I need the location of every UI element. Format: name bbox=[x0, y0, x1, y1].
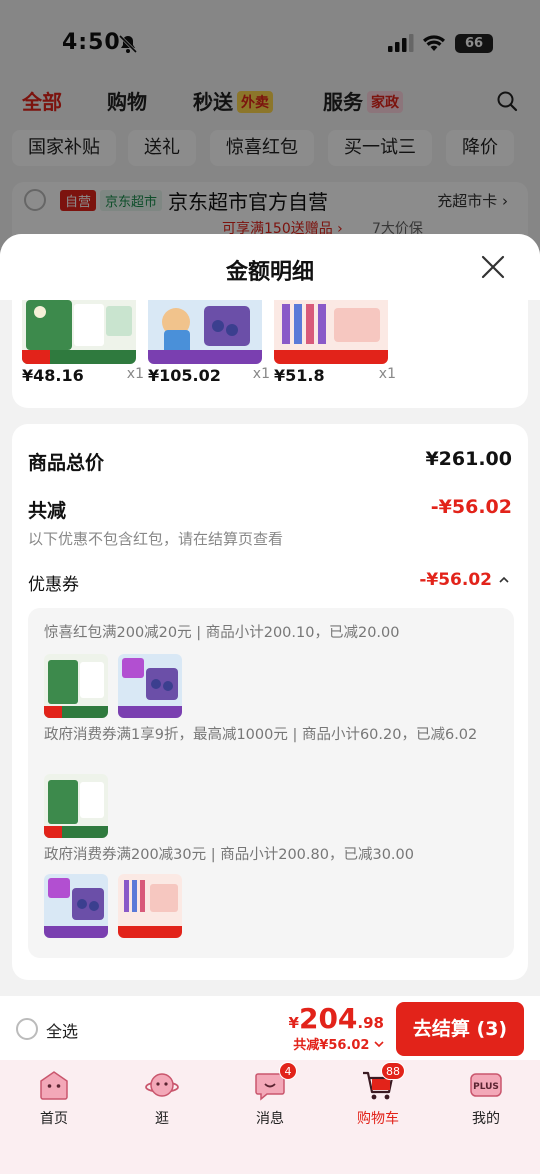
message-icon: 4 bbox=[253, 1062, 297, 1102]
cart-icon: 88 bbox=[361, 1062, 405, 1102]
tab-cart[interactable]: 88 购物车 bbox=[338, 1062, 418, 1128]
coupon-description: 惊喜红包满200减20元 | 商品小计200.10，已减20.00 bbox=[44, 625, 400, 641]
select-all-label[interactable]: 全选 bbox=[46, 1018, 78, 1042]
total-price-value: ¥261.00 bbox=[425, 448, 512, 470]
total-discount-label: 共减 bbox=[28, 500, 67, 522]
product-qty: x1 bbox=[252, 366, 270, 382]
product-thumbnail bbox=[148, 300, 262, 364]
amount-detail-sheet: 金额明细 ¥48.16 x1 ¥105.02 x1 ¥51.8 x1 商品总价 … bbox=[0, 234, 540, 1000]
sheet-header: 金额明细 bbox=[0, 234, 540, 300]
product-qty: x1 bbox=[378, 366, 396, 382]
product-item[interactable]: ¥105.02 x1 bbox=[148, 300, 270, 400]
price-currency: ¥ bbox=[288, 1014, 299, 1032]
tab-label: 购物车 bbox=[357, 1111, 399, 1127]
checkout-button[interactable]: 去结算 (3) bbox=[396, 1002, 524, 1056]
select-all-checkbox[interactable] bbox=[16, 1018, 38, 1040]
coupon-product-thumbnail bbox=[44, 874, 108, 938]
discount-note: 以下优惠不包含红包，请在结算页查看 bbox=[28, 530, 284, 548]
tab-label: 逛 bbox=[155, 1111, 169, 1127]
price-decimal: .98 bbox=[357, 1014, 384, 1032]
coupon-label[interactable]: 优惠券 bbox=[28, 570, 79, 595]
product-price: ¥48.16 bbox=[22, 366, 84, 385]
tab-label: 消息 bbox=[256, 1111, 284, 1127]
product-thumbnail bbox=[274, 300, 388, 364]
chevron-down-icon bbox=[374, 1041, 384, 1048]
tab-label: 首页 bbox=[40, 1111, 68, 1127]
total-discount-value: -¥56.02 bbox=[430, 496, 512, 518]
coupon-value[interactable]: -¥56.02 bbox=[419, 570, 492, 590]
checkout-saved-text: 共减¥56.02 bbox=[293, 1038, 370, 1053]
tab-messages[interactable]: 4 消息 bbox=[230, 1062, 310, 1128]
svg-text:PLUS: PLUS bbox=[473, 1082, 499, 1092]
product-thumbnail bbox=[22, 300, 136, 364]
total-price-label: 商品总价 bbox=[28, 452, 105, 474]
items-card: ¥48.16 x1 ¥105.02 x1 ¥51.8 x1 bbox=[12, 300, 528, 408]
product-item[interactable]: ¥48.16 x1 bbox=[22, 300, 144, 400]
coupon-product-thumbnail bbox=[118, 654, 182, 718]
checkout-bar: 全选 ¥204.98 共减¥56.02 去结算 (3) bbox=[0, 996, 540, 1060]
home-icon bbox=[37, 1068, 71, 1102]
coupon-list: 惊喜红包满200减20元 | 商品小计200.10，已减20.00 政府消费券满… bbox=[28, 608, 514, 958]
tab-label: 我的 bbox=[472, 1111, 500, 1127]
product-price: ¥51.8 bbox=[274, 366, 325, 385]
close-icon[interactable] bbox=[480, 254, 506, 280]
tab-explore[interactable]: 逛 bbox=[122, 1068, 202, 1128]
tab-home[interactable]: 首页 bbox=[14, 1068, 94, 1128]
amount-detail-card: 商品总价 ¥261.00 共减 -¥56.02 以下优惠不包含红包，请在结算页查… bbox=[12, 424, 528, 980]
sheet-title: 金额明细 bbox=[225, 260, 314, 285]
coupon-description: 政府消费券满1享9折，最高减1000元 | 商品小计60.20，已减6.02 bbox=[44, 727, 478, 743]
product-qty: x1 bbox=[126, 366, 144, 382]
message-badge: 4 bbox=[279, 1062, 297, 1080]
checkout-saved[interactable]: 共减¥56.02 bbox=[293, 1034, 384, 1053]
planet-icon bbox=[145, 1068, 179, 1102]
chevron-up-icon[interactable] bbox=[498, 574, 510, 586]
tab-mine[interactable]: PLUS 我的 bbox=[446, 1068, 526, 1128]
coupon-product-thumbnail bbox=[118, 874, 182, 938]
product-item[interactable]: ¥51.8 x1 bbox=[274, 300, 396, 400]
coupon-product-thumbnail bbox=[44, 774, 108, 838]
checkout-total: ¥204.98 bbox=[289, 1002, 384, 1035]
plus-icon: PLUS bbox=[469, 1068, 503, 1102]
coupon-description: 政府消费券满200减30元 | 商品小计200.80，已减30.00 bbox=[44, 847, 414, 863]
product-price: ¥105.02 bbox=[148, 366, 221, 385]
cart-badge: 88 bbox=[381, 1062, 405, 1080]
coupon-product-thumbnail bbox=[44, 654, 108, 718]
bottom-tab-bar: 首页 逛 4 消息 88 购物车 PLUS 我的 bbox=[0, 1060, 540, 1174]
price-integer: 204 bbox=[298, 1002, 358, 1035]
